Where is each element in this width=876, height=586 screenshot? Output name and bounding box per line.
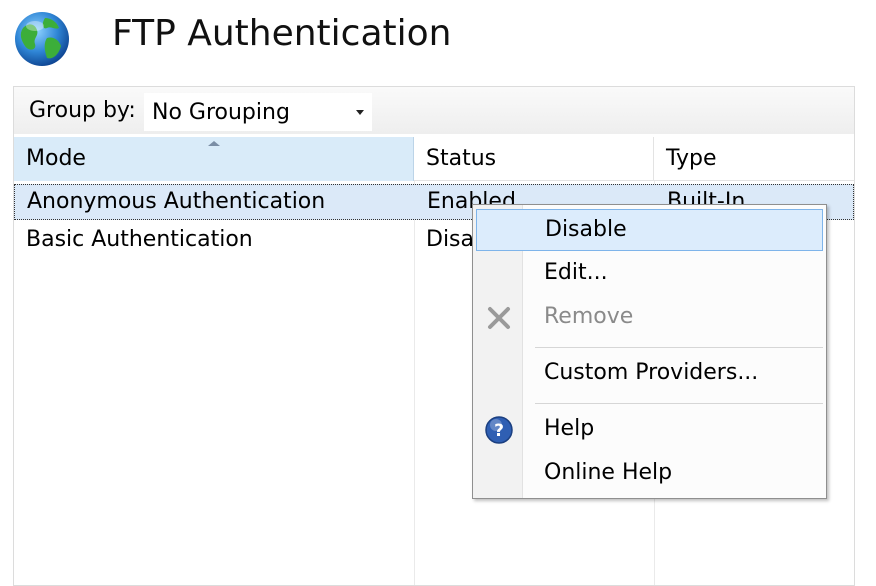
cell-mode: Basic Authentication bbox=[26, 227, 253, 252]
svg-text:?: ? bbox=[494, 421, 504, 441]
menu-item-remove[interactable]: Remove bbox=[476, 297, 823, 339]
context-menu: Disable Edit... Remove Custom Providers.… bbox=[472, 204, 827, 499]
menu-item-edit[interactable]: Edit... bbox=[476, 253, 823, 295]
help-icon: ? bbox=[484, 415, 514, 445]
table-header: Mode Status Type bbox=[14, 137, 854, 181]
remove-icon bbox=[484, 303, 514, 333]
globe-icon bbox=[13, 10, 71, 68]
group-by-value: No Grouping bbox=[152, 100, 290, 125]
column-header-mode[interactable]: Mode bbox=[14, 137, 414, 181]
column-header-label: Type bbox=[666, 146, 717, 171]
column-header-type[interactable]: Type bbox=[654, 137, 854, 181]
group-by-toolbar: Group by: No Grouping bbox=[14, 87, 854, 134]
menu-item-label: Help bbox=[544, 416, 595, 441]
menu-item-help[interactable]: ? Help bbox=[476, 409, 823, 451]
column-header-label: Mode bbox=[26, 146, 86, 171]
chevron-down-icon[interactable] bbox=[356, 110, 364, 115]
sort-ascending-icon bbox=[208, 141, 220, 146]
group-by-dropdown[interactable]: No Grouping bbox=[144, 93, 372, 131]
menu-item-label: Custom Providers... bbox=[544, 360, 759, 385]
menu-item-disable[interactable]: Disable bbox=[476, 209, 823, 251]
page-title: FTP Authentication bbox=[112, 13, 452, 54]
menu-separator bbox=[535, 403, 823, 404]
column-header-label: Status bbox=[426, 146, 497, 171]
menu-item-label: Edit... bbox=[544, 260, 608, 285]
group-by-label: Group by: bbox=[29, 98, 136, 123]
menu-item-label: Remove bbox=[544, 304, 634, 329]
cell-mode: Anonymous Authentication bbox=[27, 189, 326, 214]
menu-item-label: Online Help bbox=[544, 460, 673, 485]
menu-item-custom-providers[interactable]: Custom Providers... bbox=[476, 353, 823, 395]
menu-separator bbox=[535, 347, 823, 348]
column-header-status[interactable]: Status bbox=[414, 137, 654, 181]
menu-item-label: Disable bbox=[545, 217, 627, 242]
menu-item-online-help[interactable]: Online Help bbox=[476, 453, 823, 495]
